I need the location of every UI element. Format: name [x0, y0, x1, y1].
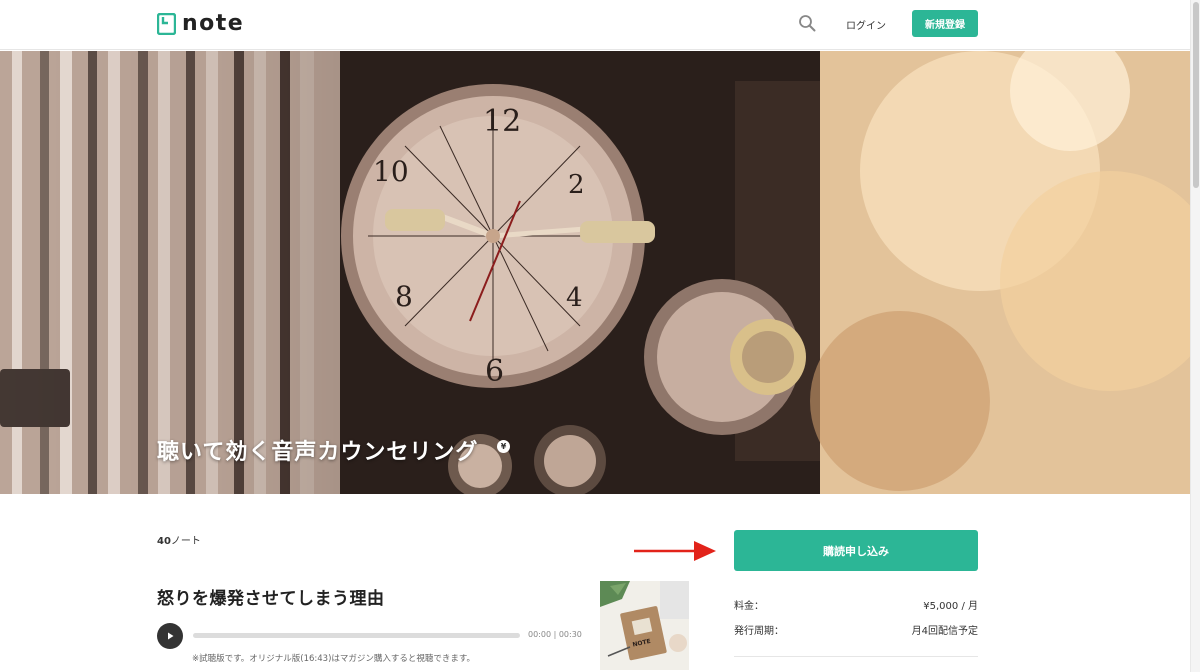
audio-progress-bar[interactable] — [193, 633, 520, 638]
publish-cycle-row: 発行周期： 月4回配信予定 — [734, 622, 978, 637]
publish-cycle-value: 月4回配信予定 — [911, 626, 978, 637]
subscribe-button[interactable]: 購読申し込み — [734, 530, 978, 571]
svg-text:10: 10 — [373, 155, 409, 188]
logo-text: note — [182, 11, 245, 36]
svg-text:2: 2 — [568, 170, 585, 200]
publish-cycle-label: 発行周期： — [734, 626, 784, 637]
paid-yen-badge: ¥ — [497, 440, 510, 453]
article-title[interactable]: 怒りを爆発させてしまう理由 — [157, 584, 385, 609]
note-logo[interactable]: note — [157, 12, 244, 36]
note-count-suffix: ノート — [170, 536, 201, 547]
svg-text:12: 12 — [483, 104, 521, 139]
signup-button[interactable]: 新規登録 — [912, 10, 978, 37]
price-value: ¥5,000 / 月 — [923, 601, 978, 612]
login-link[interactable]: ログイン — [846, 17, 886, 32]
page-scrollbar[interactable] — [1190, 0, 1200, 672]
svg-text:8: 8 — [395, 280, 413, 313]
trial-note: ※試聴版です。オリジナル版(16:43)はマガジン購入すると視聴できます。 — [192, 654, 476, 664]
audio-current-time: 00:00 — [528, 630, 552, 639]
note-logo-icon — [157, 13, 176, 35]
play-icon — [168, 632, 174, 640]
price-row: 料金： ¥5,000 / 月 — [734, 597, 978, 612]
audio-time: 00:00 | 00:30 — [528, 630, 582, 639]
page: note ログイン 新規登録 12 6 10 8 2 4 聴いて効く音声カウンセ… — [0, 0, 1200, 672]
hero-clock-radio-image: 12 6 10 8 2 4 — [0, 51, 1190, 494]
magazine-hero: 12 6 10 8 2 4 聴いて効く音声カウンセリング ¥ — [0, 51, 1190, 494]
sidebar-divider — [734, 656, 978, 657]
site-header: note ログイン 新規登録 — [0, 0, 1190, 50]
thumbnail-image: NOTE — [600, 581, 689, 670]
scrollbar-thumb[interactable] — [1193, 2, 1199, 188]
svg-text:4: 4 — [566, 283, 583, 313]
note-count: 40ノート — [157, 532, 201, 547]
note-count-number: 40 — [157, 536, 171, 547]
audio-play-button[interactable] — [157, 623, 183, 649]
price-label: 料金： — [734, 601, 764, 612]
search-icon[interactable] — [798, 14, 816, 32]
article-thumbnail[interactable]: NOTE — [600, 581, 689, 670]
svg-text:6: 6 — [485, 354, 504, 389]
magazine-title: 聴いて効く音声カウンセリング — [157, 440, 479, 465]
audio-duration: 00:30 — [558, 630, 582, 639]
red-arrow-annotation — [634, 541, 716, 561]
